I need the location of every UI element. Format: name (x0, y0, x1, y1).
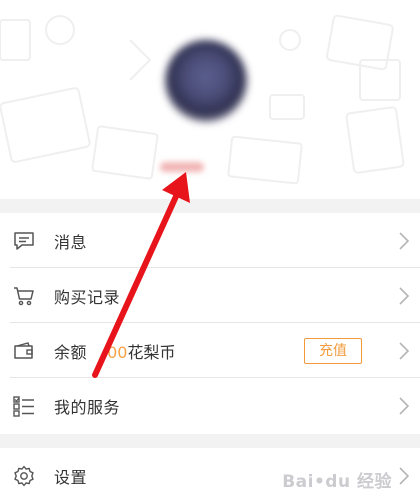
balance-value: .00花梨币 (102, 339, 175, 363)
menu-item-my-services[interactable]: 我的服务 (0, 378, 420, 433)
balance-unit: 花梨币 (127, 342, 176, 362)
menu-item-my-services-label: 我的服务 (54, 397, 121, 417)
balance-amount: .00 (102, 342, 128, 362)
chat-bubble-icon (14, 231, 34, 250)
chevron-right-icon (399, 231, 410, 250)
user-nickname-blurred (160, 162, 204, 172)
menu-item-purchase-history[interactable]: 购买记录 (0, 268, 420, 323)
wallet-icon (14, 341, 33, 359)
menu-item-balance[interactable]: 余额 .00花梨币 充值 (0, 323, 420, 378)
recharge-button[interactable]: 充值 (304, 337, 362, 364)
profile-header (0, 0, 420, 199)
chevron-right-icon (399, 341, 410, 360)
watermark-text: Bai•du 经验 (282, 472, 392, 492)
menu-item-balance-label: 余额 (54, 342, 88, 362)
profile-page: 消息 购买记录 余额 .00花梨币 充值 我的服务 设置 Bai•du 经验 (0, 0, 420, 500)
menu-group-main: 消息 购买记录 余额 .00花梨币 充值 我的服务 (0, 213, 420, 434)
gear-icon (14, 465, 34, 486)
chevron-right-icon (399, 286, 410, 305)
chevron-right-icon (399, 396, 410, 415)
cart-icon (14, 286, 34, 305)
menu-item-purchase-history-label: 购买记录 (54, 287, 121, 307)
baidu-watermark: Bai•du 经验 (282, 467, 392, 492)
chevron-right-icon (399, 466, 410, 485)
user-avatar[interactable] (165, 40, 247, 122)
menu-item-messages[interactable]: 消息 (0, 213, 420, 268)
checklist-icon (13, 395, 34, 417)
menu-item-messages-label: 消息 (54, 232, 88, 252)
menu-item-settings-label: 设置 (54, 467, 88, 487)
